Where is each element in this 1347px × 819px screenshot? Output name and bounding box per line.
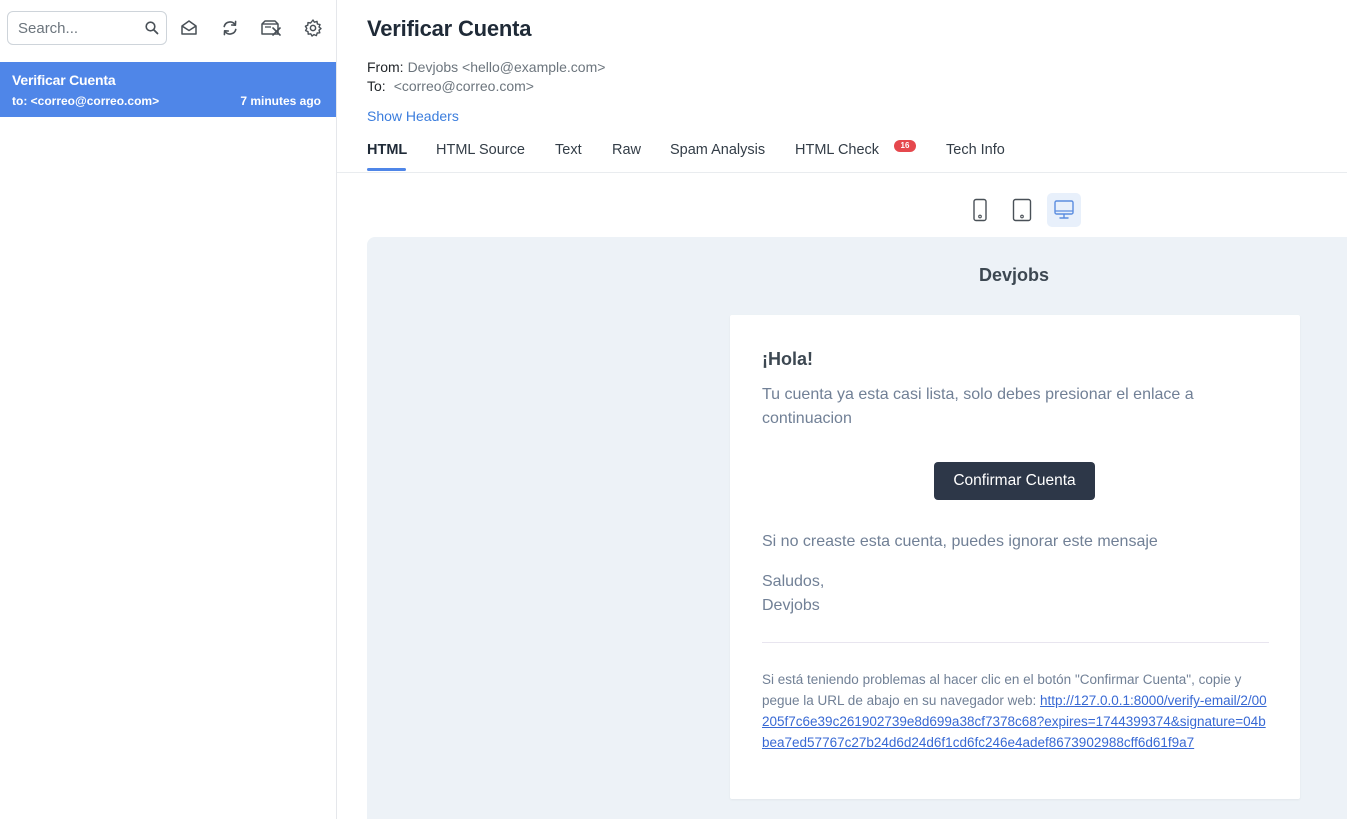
message-time: 7 minutes ago bbox=[240, 94, 321, 108]
search-input[interactable] bbox=[18, 12, 138, 44]
mark-read-icon[interactable] bbox=[176, 14, 202, 42]
confirm-account-button[interactable]: Confirmar Cuenta bbox=[934, 462, 1095, 500]
email-subcopy: Si está teniendo problemas al hacer clic… bbox=[762, 669, 1272, 753]
to-row: To: <correo@correo.com> bbox=[367, 78, 534, 94]
refresh-icon[interactable] bbox=[217, 14, 243, 42]
email-preview: Devjobs ¡Hola! Tu cuenta ya esta casi li… bbox=[367, 237, 1347, 819]
from-row: From: Devjobs <hello@example.com> bbox=[367, 59, 605, 75]
email-body-card: ¡Hola! Tu cuenta ya esta casi lista, sol… bbox=[730, 315, 1300, 799]
tablet-view-icon[interactable] bbox=[1005, 193, 1039, 227]
phone-view-icon[interactable] bbox=[963, 193, 997, 227]
desktop-view-icon[interactable] bbox=[1047, 193, 1081, 227]
email-intro: Tu cuenta ya esta casi lista, solo debes… bbox=[762, 386, 1194, 427]
page-title: Verificar Cuenta bbox=[367, 16, 532, 41]
tab-html-check[interactable]: HTML Check bbox=[795, 142, 879, 158]
message-list-item[interactable]: Verificar Cuenta to: <correo@correo.com>… bbox=[0, 62, 336, 117]
email-salutation: Saludos, bbox=[762, 573, 825, 590]
active-tab-indicator bbox=[367, 168, 406, 171]
email-divider bbox=[762, 642, 1269, 643]
tab-tech-info[interactable]: Tech Info bbox=[946, 142, 1005, 158]
tab-raw[interactable]: Raw bbox=[612, 142, 641, 158]
sidebar-toolbar bbox=[0, 0, 336, 56]
to-label: To: bbox=[367, 78, 386, 94]
view-tabs: HTML HTML Source Text Raw Spam Analysis … bbox=[337, 130, 1347, 173]
delete-all-icon[interactable] bbox=[258, 14, 284, 42]
search-box bbox=[7, 11, 167, 45]
email-outro: Si no creaste esta cuenta, puedes ignora… bbox=[762, 533, 1158, 550]
settings-icon[interactable] bbox=[300, 14, 326, 42]
tab-text[interactable]: Text bbox=[555, 142, 582, 158]
show-headers-link[interactable]: Show Headers bbox=[367, 108, 459, 124]
to-value: <correo@correo.com> bbox=[393, 78, 534, 94]
tab-html[interactable]: HTML bbox=[367, 142, 407, 158]
email-signature: Devjobs bbox=[762, 597, 820, 614]
html-check-badge: 16 bbox=[894, 140, 916, 152]
from-label: From: bbox=[367, 59, 404, 75]
message-view: Verificar Cuenta From: Devjobs <hello@exa… bbox=[337, 0, 1347, 819]
tab-spam-analysis[interactable]: Spam Analysis bbox=[670, 142, 765, 158]
tab-html-source[interactable]: HTML Source bbox=[436, 142, 525, 158]
email-greeting: ¡Hola! bbox=[762, 349, 813, 369]
message-sidebar: Verificar Cuenta to: <correo@correo.com>… bbox=[0, 0, 337, 819]
message-subject: Verificar Cuenta bbox=[12, 72, 116, 88]
email-brand: Devjobs bbox=[979, 265, 1050, 285]
search-icon[interactable] bbox=[144, 20, 160, 36]
from-value: Devjobs <hello@example.com> bbox=[407, 59, 606, 75]
message-recipient: to: <correo@correo.com> bbox=[12, 94, 160, 108]
